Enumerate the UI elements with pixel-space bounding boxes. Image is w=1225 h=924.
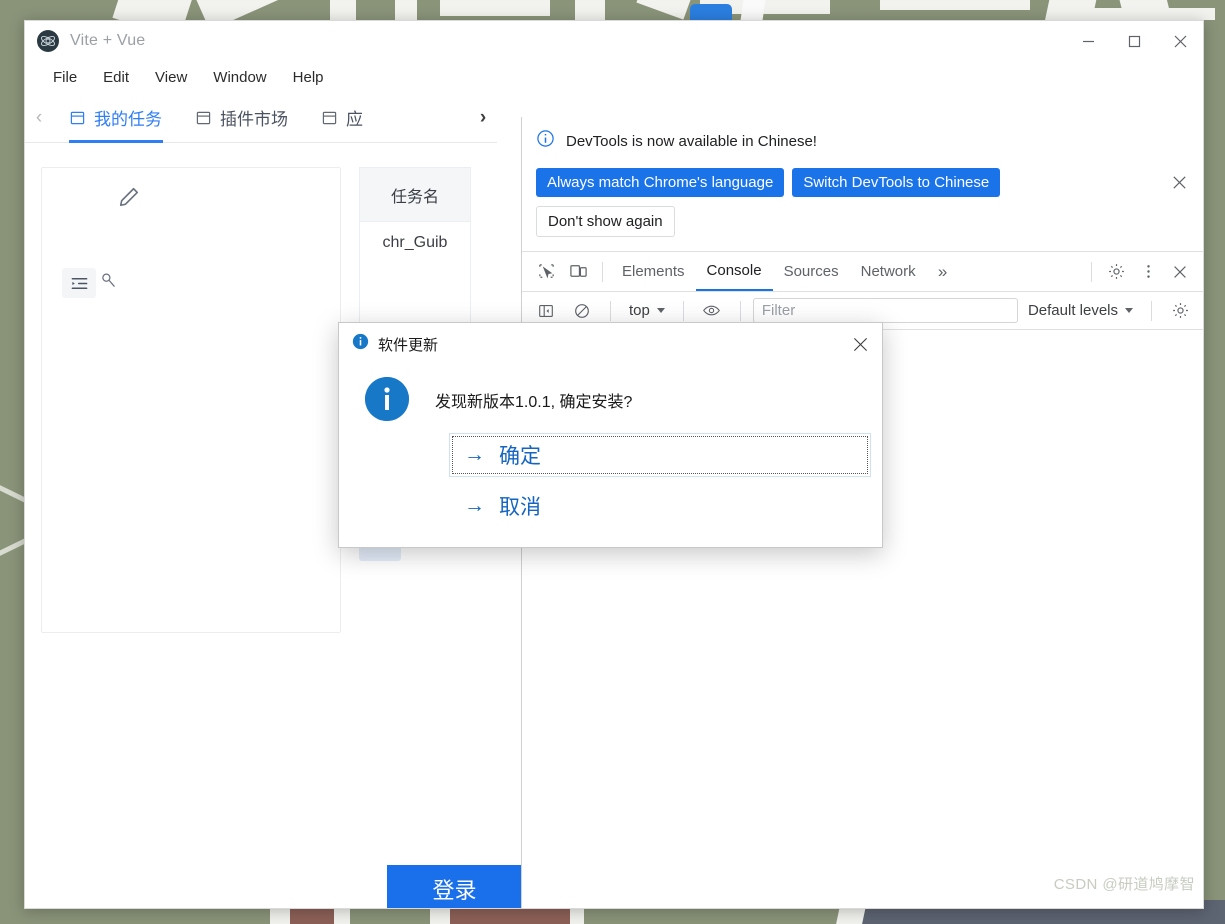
cancel-button[interactable]: → 取消: [449, 484, 871, 528]
menu-item-window[interactable]: Window: [211, 67, 268, 88]
toolbar-divider: [602, 261, 603, 282]
wrench-icon[interactable]: [100, 272, 117, 294]
gear-icon[interactable]: [1100, 257, 1132, 287]
console-divider-4: [1151, 300, 1152, 321]
dialog-close-icon[interactable]: [846, 330, 874, 358]
login-button[interactable]: 登录: [387, 865, 522, 908]
always-match-language-button[interactable]: Always match Chrome's language: [536, 168, 785, 197]
notice-close-icon[interactable]: [1170, 173, 1190, 193]
software-update-dialog-wrapper: 软件更新 发现新版本1.0.1, 确定安装? → 确定 → 取消: [338, 322, 883, 548]
console-filter-input[interactable]: [752, 298, 1018, 323]
chevron-down-icon: [1125, 308, 1133, 313]
console-divider-3: [739, 300, 741, 321]
inspect-element-icon[interactable]: [530, 257, 562, 287]
devtools-toolbar: Elements Console Sources Network »: [522, 252, 1203, 292]
dialog-message: 发现新版本1.0.1, 确定安装?: [435, 394, 633, 411]
device-toolbar-icon[interactable]: [562, 257, 594, 287]
toolbar-divider-2: [1091, 261, 1092, 282]
confirm-button[interactable]: → 确定: [449, 433, 871, 477]
arrow-right-icon: →: [464, 443, 485, 466]
toolbar-row: [62, 268, 117, 298]
minimize-button[interactable]: [1065, 21, 1111, 61]
more-tabs-overflow-icon[interactable]: »: [927, 257, 959, 287]
app-tab-strip: ‹ 我的任务 插件市场 应 ›: [25, 93, 497, 143]
console-sidebar-icon[interactable]: [530, 296, 562, 326]
calendar-icon: [322, 110, 337, 125]
tab-elements[interactable]: Elements: [611, 252, 696, 291]
tab-scroll-next-button[interactable]: ›: [469, 107, 497, 129]
more-vertical-icon[interactable]: [1132, 257, 1164, 287]
menu-bar: File Edit View Window Help: [25, 61, 1203, 93]
cancel-button-label: 取消: [499, 496, 541, 519]
close-button[interactable]: [1157, 21, 1203, 61]
window-title: Vite + Vue: [70, 32, 146, 49]
execution-context-value: top: [629, 302, 650, 319]
dialog-info-icon-large: [365, 377, 409, 421]
tab-my-tasks-label: 我的任务: [94, 110, 162, 129]
chevron-down-icon: [656, 308, 665, 313]
software-update-dialog: 软件更新 发现新版本1.0.1, 确定安装? → 确定 → 取消: [338, 322, 883, 548]
notice-line: DevTools is now available in Chinese!: [536, 129, 1190, 153]
console-divider-2: [682, 300, 684, 321]
execution-context-selector[interactable]: top: [623, 298, 671, 324]
tab-apps[interactable]: 应: [305, 93, 380, 143]
editor-card: [41, 167, 341, 633]
devtools-close-icon[interactable]: [1164, 257, 1196, 287]
tab-console[interactable]: Console: [695, 252, 773, 291]
dialog-header: 软件更新: [339, 323, 882, 365]
menu-item-file[interactable]: File: [51, 67, 79, 88]
table-header-task-name: 任务名: [359, 167, 471, 221]
window-controls: [1065, 21, 1203, 61]
tab-network[interactable]: Network: [850, 252, 927, 291]
menu-item-help[interactable]: Help: [291, 67, 326, 88]
devtools-language-notice: DevTools is now available in Chinese! Al…: [522, 117, 1203, 252]
list-indent-icon[interactable]: [62, 268, 96, 298]
app-tab-list: 我的任务 插件市场 应: [53, 93, 469, 143]
calendar-icon: [196, 110, 211, 125]
info-circle-icon: [352, 333, 369, 355]
console-divider-1: [610, 300, 611, 321]
live-expression-icon[interactable]: [696, 296, 728, 326]
pencil-icon[interactable]: [118, 186, 140, 213]
dialog-actions: → 确定 → 取消: [449, 433, 871, 528]
maximize-button[interactable]: [1111, 21, 1157, 61]
log-levels-value: Default levels: [1027, 302, 1118, 319]
notice-buttons: Always match Chrome's language Switch De…: [536, 168, 1190, 197]
tab-sources[interactable]: Sources: [773, 252, 850, 291]
log-levels-selector[interactable]: Default levels: [1022, 298, 1139, 324]
calendar-icon: [70, 110, 85, 125]
switch-devtools-chinese-button[interactable]: Switch DevTools to Chinese: [792, 168, 1001, 197]
notice-text: DevTools is now available in Chinese!: [566, 132, 817, 150]
menu-item-edit[interactable]: Edit: [101, 67, 131, 88]
menu-item-view[interactable]: View: [153, 67, 189, 88]
dialog-title: 软件更新: [378, 336, 439, 354]
dialog-body: 发现新版本1.0.1, 确定安装?: [339, 365, 882, 421]
tab-apps-label: 应: [346, 110, 363, 129]
confirm-button-label: 确定: [499, 445, 541, 468]
info-circle-icon: [536, 129, 555, 153]
title-bar: Vite + Vue: [25, 21, 1203, 61]
clear-console-icon[interactable]: [566, 296, 598, 326]
console-settings-gear-icon[interactable]: [1164, 296, 1196, 326]
dont-show-again-button[interactable]: Don't show again: [536, 206, 675, 237]
electron-logo-icon: [37, 30, 59, 52]
tab-plugin-market-label: 插件市场: [220, 110, 288, 129]
tab-plugin-market[interactable]: 插件市场: [179, 93, 305, 143]
tab-scroll-prev-button[interactable]: ‹: [25, 107, 53, 129]
tab-my-tasks[interactable]: 我的任务: [53, 93, 179, 143]
arrow-right-icon: →: [464, 494, 485, 517]
